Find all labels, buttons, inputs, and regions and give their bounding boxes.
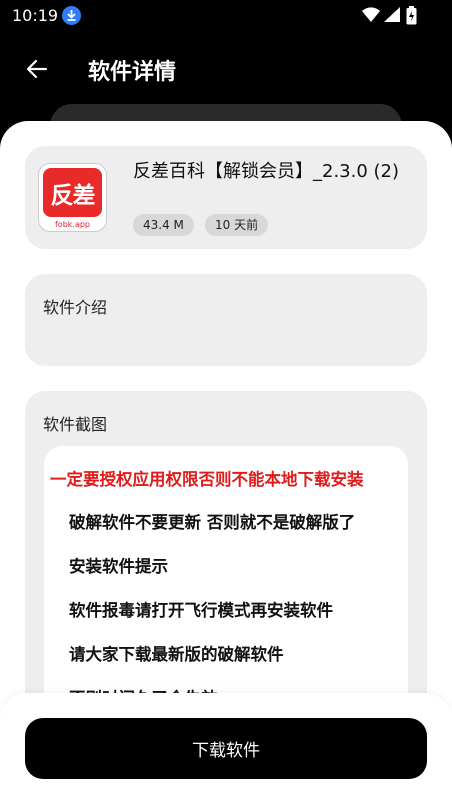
app-icon-domain: fobk.app [54, 220, 91, 229]
screenshot-line: 请大家下载最新版的破解软件 [69, 645, 284, 664]
wifi-icon [362, 7, 380, 22]
signal-icon [384, 7, 400, 22]
app-icon: 反差 fobk.app [38, 163, 107, 232]
page-title: 软件详情 [88, 60, 177, 85]
app-info-card: 反差 fobk.app 反差百科【解锁会员】_2.3.0 (2) 43.4 M … [25, 146, 427, 249]
status-bar: 10:19 [0, 0, 452, 32]
intro-label: 软件介绍 [43, 298, 108, 317]
app-bar: 软件详情 [0, 44, 452, 94]
size-badge: 43.4 M [133, 214, 194, 236]
screenshot-line: 软件报毒请打开飞行模式再安装软件 [69, 601, 333, 620]
updated-badge: 10 天前 [205, 214, 269, 236]
screenshot-line: 安装软件提示 [69, 557, 168, 576]
app-icon-logo: 反差 [43, 168, 102, 217]
screenshots-label: 软件截图 [43, 415, 108, 434]
battery-icon [406, 6, 417, 25]
app-name: 反差百科【解锁会员】_2.3.0 (2) [133, 161, 400, 182]
download-button[interactable]: 下载软件 [25, 718, 427, 779]
download-notification-icon [62, 6, 81, 25]
screenshot-warning-text: 一定要授权应用权限否则不能本地下载安装 [50, 470, 364, 489]
screenshot-line: 破解软件不要更新 否则就不是破解版了 [69, 513, 356, 532]
status-time: 10:19 [12, 6, 59, 25]
back-arrow-icon[interactable] [24, 56, 50, 82]
intro-card: 软件介绍 [25, 274, 427, 366]
